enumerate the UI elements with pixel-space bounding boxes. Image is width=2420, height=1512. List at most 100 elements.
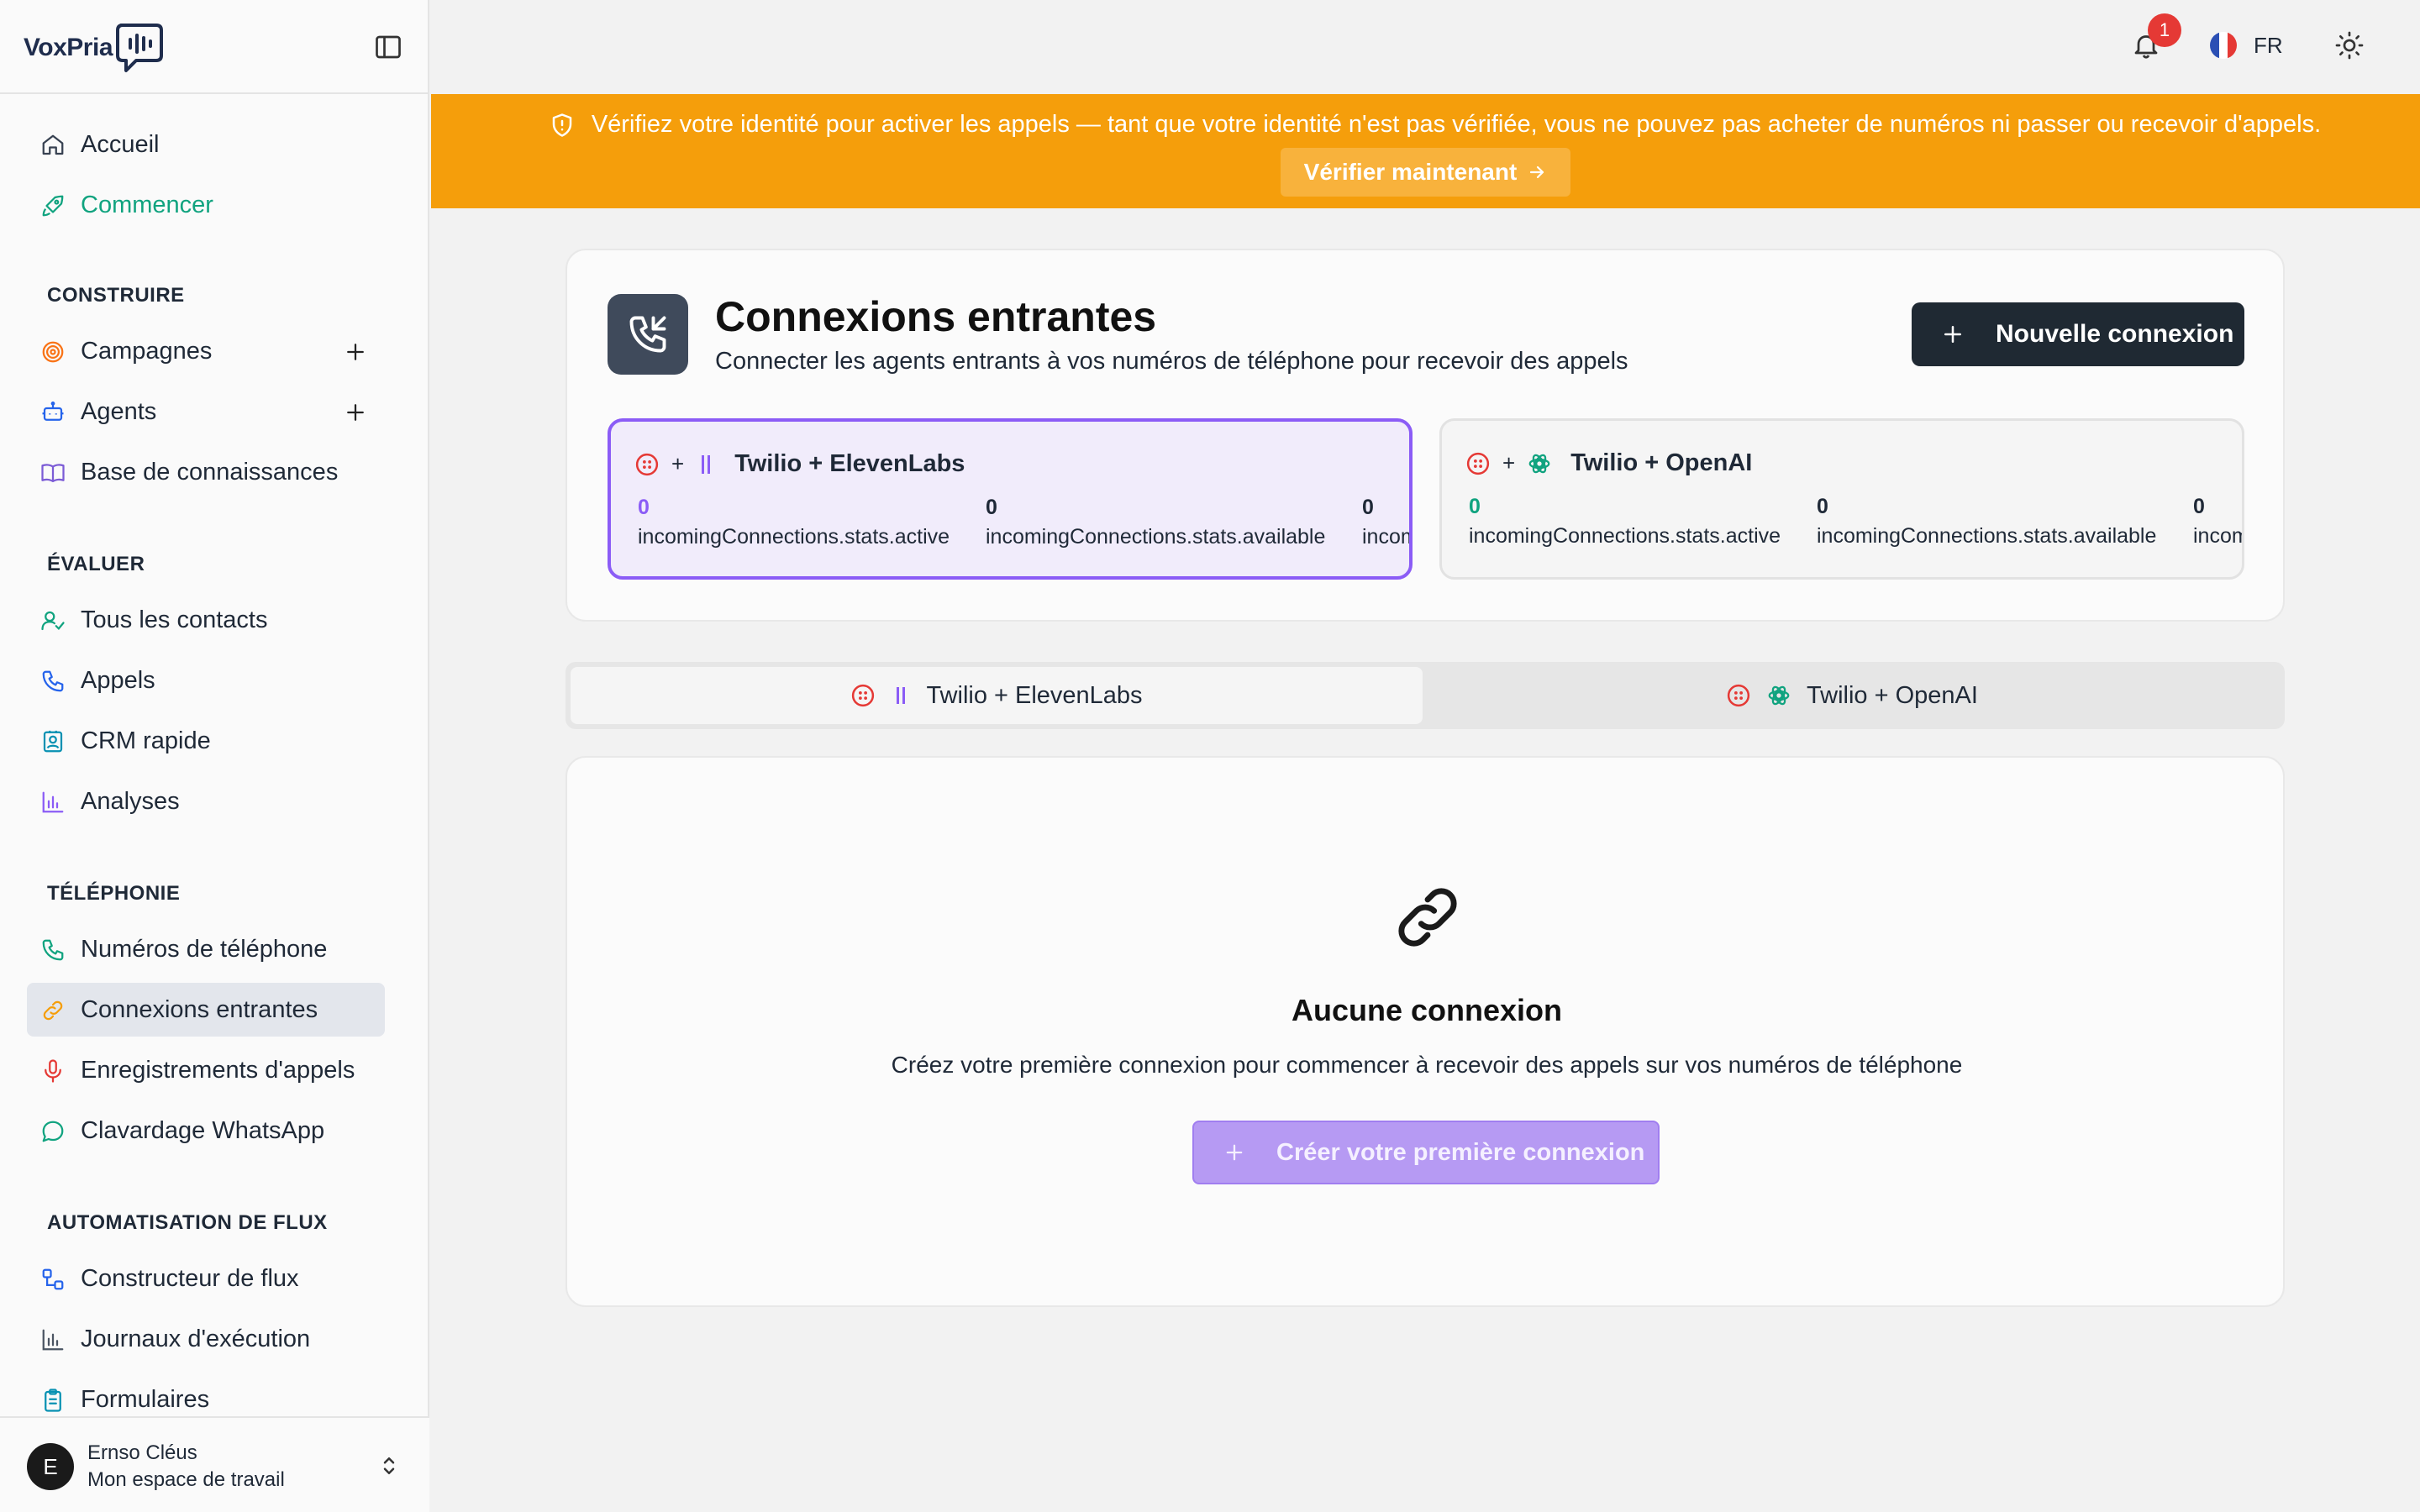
sidebar-item-label: Clavardage WhatsApp xyxy=(81,1116,325,1144)
rocket-icon xyxy=(40,193,66,218)
page-title: Connexions entrantes xyxy=(715,293,1157,340)
user-name: Ernso Cléus xyxy=(87,1441,197,1464)
sidebar-toggle-icon[interactable] xyxy=(373,32,403,62)
arrow-right-icon xyxy=(1527,162,1547,182)
sidebar-item-campagnes[interactable]: Campagnes xyxy=(27,324,385,378)
plus-text: + xyxy=(671,451,685,476)
add-campaign-plus-icon[interactable] xyxy=(343,339,368,365)
banner-text: Vérifiez votre identité pour activer les… xyxy=(591,111,2322,138)
stat-label: incomingConnections.stats.available xyxy=(1817,524,2157,548)
sidebar-item-accueil[interactable]: Accueil xyxy=(27,118,385,171)
sidebar-item-enregistrements[interactable]: Enregistrements d'appels xyxy=(27,1043,385,1097)
sidebar-item-label: Campagnes xyxy=(81,337,213,365)
provider-name: Twilio + ElevenLabs xyxy=(734,450,965,477)
stat-available: 0 incomingConnections.stats.available xyxy=(1817,495,2156,549)
stat-total: 0 incomingConnections.stats.total xyxy=(2193,495,2242,549)
link-icon xyxy=(1389,879,1466,956)
provider-name: Twilio + OpenAI xyxy=(1570,449,1753,476)
bar-chart-icon xyxy=(40,790,66,815)
stat-value: 0 xyxy=(1817,495,1828,518)
language-switcher[interactable]: FR xyxy=(2210,32,2283,59)
sidebar-item-commencer[interactable]: Commencer xyxy=(27,178,385,232)
plus-text: + xyxy=(1502,450,1516,475)
sidebar-item-label: Appels xyxy=(81,666,155,694)
sidebar-item-agents[interactable]: Agents xyxy=(27,385,385,438)
twilio-icon xyxy=(1726,683,1751,708)
sidebar-item-base-connaissances[interactable]: Base de connaissances xyxy=(27,445,385,499)
sidebar-item-constructeur-flux[interactable]: Constructeur de flux xyxy=(27,1252,385,1305)
chat-icon xyxy=(40,1119,66,1144)
verify-now-button[interactable]: Vérifier maintenant xyxy=(1281,148,1570,197)
stat-label: incomingConnections.stats.available xyxy=(986,525,1326,549)
sidebar-item-label: Enregistrements d'appels xyxy=(81,1056,355,1084)
twilio-icon xyxy=(1465,451,1491,476)
section-telephonie: TÉLÉPHONIE xyxy=(47,882,181,905)
sidebar-item-crm[interactable]: CRM rapide xyxy=(27,714,385,768)
stat-label: incomingConnections.stats.active xyxy=(638,525,950,549)
stat-total: 0 incomingConnections.stats.total xyxy=(1362,496,1409,549)
sidebar-item-label: Journaux d'exécution xyxy=(81,1325,311,1352)
add-agent-plus-icon[interactable] xyxy=(343,400,368,425)
provider-card-twilio-openai[interactable]: + Twilio + OpenAI 0 incomingConnections.… xyxy=(1439,418,2244,580)
openai-icon xyxy=(1527,451,1552,476)
tab-twilio-elevenlabs[interactable]: Twilio + ElevenLabs xyxy=(571,667,1423,724)
sidebar-item-whatsapp[interactable]: Clavardage WhatsApp xyxy=(27,1104,385,1158)
phone-incoming-icon xyxy=(608,294,688,375)
phone-icon xyxy=(40,937,66,963)
stat-value: 0 xyxy=(986,496,997,519)
plus-icon xyxy=(1940,322,1965,347)
stat-value: 0 xyxy=(638,496,650,519)
france-flag-icon xyxy=(2210,32,2237,59)
sidebar-item-label: Commencer xyxy=(81,191,213,218)
new-connection-label: Nouvelle connexion xyxy=(1996,320,2234,348)
clipboard-icon xyxy=(40,1388,66,1413)
sidebar-item-label: Base de connaissances xyxy=(81,458,339,486)
tab-label: Twilio + OpenAI xyxy=(1807,681,1978,709)
avatar: E xyxy=(27,1443,74,1490)
sidebar-header: VoxPria xyxy=(0,0,428,94)
link-icon xyxy=(40,998,66,1023)
tab-twilio-openai[interactable]: Twilio + OpenAI xyxy=(1426,667,2278,724)
page-subtitle: Connecter les agents entrants à vos numé… xyxy=(715,348,1628,375)
empty-state-subtitle: Créez votre première connexion pour comm… xyxy=(891,1052,1963,1078)
empty-state-card: Aucune connexion Créez votre première co… xyxy=(566,756,2285,1307)
verification-banner: Vérifiez votre identité pour activer les… xyxy=(431,94,2420,208)
elevenlabs-icon xyxy=(891,684,911,707)
stat-value: 0 xyxy=(1362,496,1374,519)
sun-icon[interactable] xyxy=(2334,30,2365,60)
sidebar-item-numeros[interactable]: Numéros de téléphone xyxy=(27,922,385,976)
sidebar-item-label: Agents xyxy=(81,397,157,425)
provider-tabs: Twilio + ElevenLabs Twilio + OpenAI xyxy=(566,662,2285,729)
notification-badge: 1 xyxy=(2148,13,2181,47)
provider-card-twilio-elevenlabs[interactable]: + Twilio + ElevenLabs 0 incomingConnecti… xyxy=(608,418,1413,580)
sidebar-item-journaux[interactable]: Journaux d'exécution xyxy=(27,1312,385,1366)
stat-label: incomingConnections.stats.active xyxy=(1469,524,1781,548)
workflow-icon xyxy=(40,1267,66,1292)
stat-label: incomingConnections.stats.total xyxy=(1362,525,1409,549)
sidebar-item-analyses[interactable]: Analyses xyxy=(27,774,385,828)
chevrons-up-down-icon[interactable] xyxy=(376,1453,402,1478)
sidebar-item-label: Constructeur de flux xyxy=(81,1264,299,1292)
create-first-connection-button[interactable]: Créer votre première connexion xyxy=(1192,1121,1660,1184)
new-connection-button[interactable]: Nouvelle connexion xyxy=(1912,302,2244,366)
sidebar-item-formulaires[interactable]: Formulaires xyxy=(27,1373,385,1416)
stat-active: 0 incomingConnections.stats.active xyxy=(638,496,950,549)
verify-now-label: Vérifier maintenant xyxy=(1303,159,1518,185)
stat-value: 0 xyxy=(1469,495,1481,518)
openai-icon xyxy=(1766,683,1791,708)
sidebar-item-appels[interactable]: Appels xyxy=(27,654,385,707)
workspace-name: Mon espace de travail xyxy=(87,1468,285,1491)
sidebar-item-label: Numéros de téléphone xyxy=(81,935,328,963)
user-menu[interactable]: E Ernso Cléus Mon espace de travail xyxy=(0,1416,429,1512)
sidebar-item-label: Tous les contacts xyxy=(81,606,268,633)
plus-icon xyxy=(1223,1141,1246,1164)
section-automatisation: AUTOMATISATION DE FLUX xyxy=(47,1211,328,1234)
target-icon xyxy=(40,339,66,365)
app-logo[interactable]: VoxPria xyxy=(24,22,165,74)
stat-available: 0 incomingConnections.stats.available xyxy=(986,496,1325,549)
twilio-icon xyxy=(634,452,660,477)
sidebar-item-connexions-entrantes[interactable]: Connexions entrantes xyxy=(27,983,385,1037)
bar-chart-icon xyxy=(40,1327,66,1352)
phone-icon xyxy=(40,669,66,694)
sidebar-item-contacts[interactable]: Tous les contacts xyxy=(27,593,385,647)
